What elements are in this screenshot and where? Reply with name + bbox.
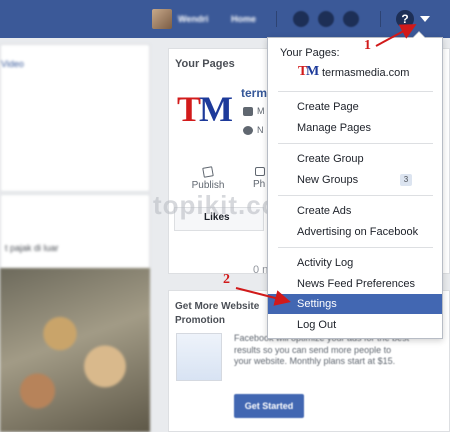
- account-dropdown-menu: Your Pages: T M termasmedia.com Create P…: [267, 37, 443, 339]
- your-pages-heading: Your Pages: [175, 58, 235, 70]
- menu-item-create-ads[interactable]: Create Ads: [268, 201, 442, 221]
- menu-item-new-groups[interactable]: New Groups 3: [268, 170, 442, 190]
- photo-label: Ph: [253, 179, 266, 190]
- menu-pointer-fill: [413, 32, 425, 38]
- menu-item-create-group[interactable]: Create Group: [268, 149, 442, 169]
- menu-item-activity-log[interactable]: Activity Log: [268, 253, 442, 273]
- logo-letter-m: M: [306, 64, 320, 79]
- menu-divider: [278, 195, 433, 196]
- divider: [380, 11, 381, 27]
- menu-item-create-page[interactable]: Create Page: [268, 97, 442, 117]
- publish-button[interactable]: Publish: [190, 166, 226, 191]
- home-link[interactable]: Home: [231, 14, 256, 24]
- friends-icon[interactable]: [293, 11, 309, 27]
- notifications-icon[interactable]: [343, 11, 359, 27]
- promotion-heading: Get More Website Promotion: [175, 301, 260, 326]
- help-icon[interactable]: ?: [396, 10, 414, 28]
- menu-divider: [278, 91, 433, 92]
- news-feed-column: Video t pajak di luar: [0, 38, 150, 432]
- logo-letter-m: M: [199, 89, 233, 129]
- promotion-image: [176, 333, 222, 381]
- top-navigation-bar: Wendri Home ?: [0, 0, 450, 38]
- your-pages-label: Your Pages:: [280, 47, 340, 59]
- meta-text: M: [257, 106, 265, 116]
- page-logo-small: T M: [298, 64, 320, 80]
- pencil-icon: [202, 166, 214, 178]
- get-started-button[interactable]: Get Started: [234, 394, 304, 418]
- menu-item-advertising[interactable]: Advertising on Facebook: [268, 222, 442, 242]
- post-photo[interactable]: [0, 268, 150, 432]
- camera-icon: [255, 167, 265, 176]
- step-1-label: 1: [364, 38, 371, 53]
- menu-item-log-out[interactable]: Log Out: [268, 315, 442, 335]
- user-name: Wendri: [178, 14, 209, 24]
- post-caption: t pajak di luar: [5, 243, 59, 253]
- menu-divider: [278, 143, 433, 144]
- step-2-label: 2: [223, 272, 230, 287]
- messages-icon[interactable]: [318, 11, 334, 27]
- menu-item-manage-pages[interactable]: Manage Pages: [268, 118, 442, 138]
- divider: [276, 11, 277, 27]
- menu-item-news-feed-preferences[interactable]: News Feed Preferences: [268, 274, 442, 294]
- avatar: [152, 9, 172, 29]
- profile-link[interactable]: Wendri: [152, 8, 208, 30]
- feed-card: Video: [0, 44, 150, 192]
- menu-page-item[interactable]: T M termasmedia.com: [298, 64, 410, 81]
- menu-divider: [278, 247, 433, 248]
- message-icon: [243, 106, 253, 116]
- menu-item-label: New Groups: [297, 174, 359, 186]
- video-link[interactable]: Video: [1, 59, 24, 69]
- menu-page-name: termasmedia.com: [322, 67, 410, 79]
- new-groups-count-badge: 3: [400, 174, 412, 186]
- page-meta-messages: M: [243, 106, 265, 116]
- photo-button[interactable]: Ph: [253, 167, 265, 190]
- logo-letter-t: T: [177, 89, 202, 129]
- account-caret-icon[interactable]: [420, 16, 430, 22]
- page-logo[interactable]: T M: [175, 87, 233, 137]
- globe-icon: [243, 125, 253, 135]
- menu-item-settings[interactable]: Settings: [268, 294, 442, 314]
- meta-text: N: [257, 125, 264, 135]
- page-name-link[interactable]: term: [241, 86, 267, 100]
- page-meta-notifications: N: [243, 125, 264, 135]
